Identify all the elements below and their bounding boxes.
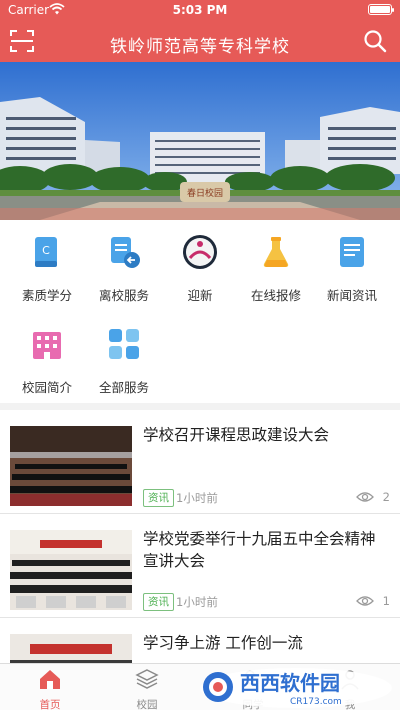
news-thumbnail	[10, 426, 132, 506]
flask-icon	[263, 237, 289, 267]
service-intro[interactable]: 校园简介	[8, 312, 86, 395]
svg-text:C: C	[42, 244, 50, 257]
battery-icon	[368, 4, 394, 15]
service-label: 素质学分	[21, 288, 72, 303]
news-time: 1小时前	[176, 491, 218, 505]
news-item[interactable]: 学习争上游 工作创一流	[0, 618, 400, 663]
service-grid: C 素质学分 离校服务 迎新 在线报修 新闻资讯 校园简介 全部服务	[0, 220, 400, 403]
news-title: 学校党委举行十九届五中全会精神宣讲大会	[143, 530, 376, 570]
eye-icon	[356, 596, 374, 606]
home-icon	[40, 670, 60, 689]
news-title: 学校召开课程思政建设大会	[143, 426, 330, 444]
welcome-badge-icon	[183, 235, 217, 269]
watermark-text: 西西软件园	[240, 671, 340, 695]
view-count: 2	[350, 489, 390, 507]
watermark: 西西软件园 CR173.com	[196, 660, 400, 710]
campus-photo: 春日校园	[0, 62, 400, 220]
tab-label: 首页	[39, 699, 61, 710]
news-item[interactable]: 学校召开课程思政建设大会 资讯 1小时前 2	[0, 410, 400, 514]
service-label: 全部服务	[98, 380, 149, 395]
status-bar: Carrier 5:03 PM	[0, 0, 400, 20]
eye-icon	[356, 492, 374, 502]
service-news[interactable]: 新闻资讯	[313, 220, 391, 303]
tab-campus[interactable]: 校园	[97, 664, 197, 710]
search-icon[interactable]	[362, 28, 388, 54]
service-repair[interactable]: 在线报修	[237, 220, 315, 303]
grid-icon	[109, 329, 139, 359]
news-tag: 资讯	[143, 593, 174, 611]
news-thumbnail	[10, 530, 132, 610]
view-count: 1	[350, 593, 390, 611]
campus-banner[interactable]: 春日校园	[0, 62, 400, 220]
service-label: 迎新	[187, 288, 213, 303]
watermark-url: CR173.com	[290, 697, 342, 707]
service-label: 在线报修	[250, 288, 301, 303]
service-credits[interactable]: C 素质学分	[8, 220, 86, 303]
service-label: 离校服务	[98, 288, 149, 303]
news-item[interactable]: 学校党委举行十九届五中全会精神宣讲大会 资讯 1小时前 1	[0, 514, 400, 618]
view-count-value: 1	[382, 594, 390, 608]
page-title: 铁岭师范高等专科学校	[110, 37, 290, 57]
document-arrow-icon	[111, 237, 140, 268]
stone-inscription: 春日校园	[187, 187, 223, 199]
app-header: Carrier 5:03 PM 铁岭师范高等专科学校	[0, 0, 400, 62]
service-leave[interactable]: 离校服务	[85, 220, 163, 303]
service-all[interactable]: 全部服务	[85, 312, 163, 395]
tab-label: 校园	[136, 699, 158, 710]
news-icon	[340, 237, 364, 267]
view-count-value: 2	[382, 490, 390, 504]
service-label: 校园简介	[21, 380, 72, 395]
news-tag: 资讯	[143, 489, 174, 507]
building-icon	[33, 332, 61, 359]
news-title: 学习争上游 工作创一流	[143, 634, 303, 652]
layers-icon	[135, 669, 159, 689]
scan-icon[interactable]	[8, 27, 36, 55]
news-list: 学校召开课程思政建设大会 资讯 1小时前 2 学校党委举行十九届五中全会精神宣讲…	[0, 410, 400, 663]
news-thumbnail	[10, 634, 132, 663]
app-screen: { "status_bar": { "carrier": "Carrier", …	[0, 0, 400, 710]
book-icon: C	[35, 237, 57, 267]
clock: 5:03 PM	[172, 3, 228, 17]
tab-home[interactable]: 首页	[0, 664, 100, 710]
service-label: 新闻资讯	[326, 288, 377, 303]
service-welcome[interactable]: 迎新	[161, 220, 239, 303]
news-time: 1小时前	[176, 595, 218, 609]
